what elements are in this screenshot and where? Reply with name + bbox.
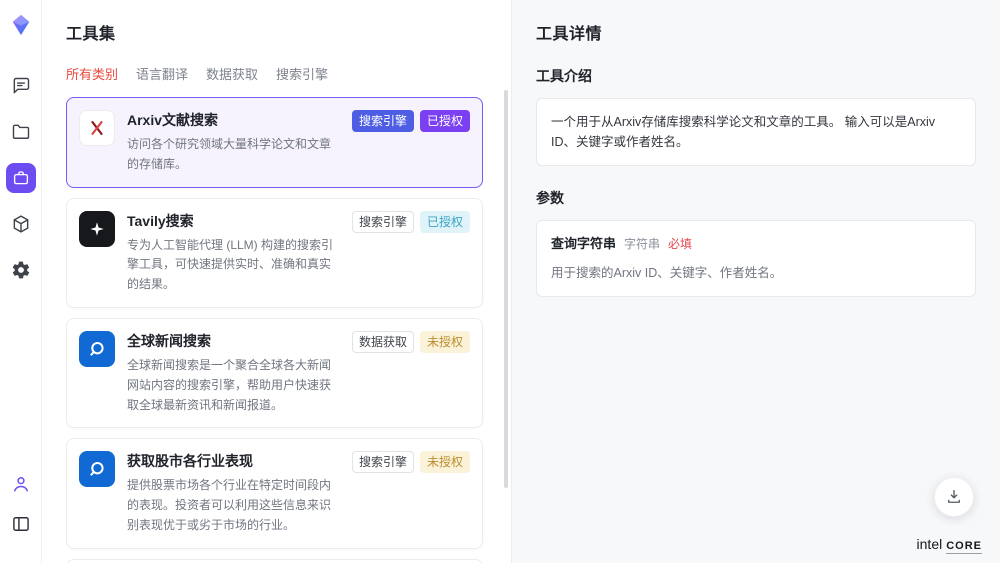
detail-panel-title: 工具详情 xyxy=(536,20,976,44)
tab-all-categories[interactable]: 所有类别 xyxy=(66,64,118,83)
tool-description: 全球新闻搜索是一个聚合全球各大新闻网站内容的搜索引擎，帮助用户快速获取全球最新资… xyxy=(127,356,340,415)
tool-card-stock-sector[interactable]: 获取股市各行业表现 提供股票市场各个行业在特定时间段内的表现。投资者可以利用这些… xyxy=(66,438,483,548)
tab-search-engine[interactable]: 搜索引擎 xyxy=(276,64,328,83)
tool-name: 获取股市各行业表现 xyxy=(127,451,340,471)
core-brand-text: CORE xyxy=(946,540,982,554)
tool-list-title: 工具集 xyxy=(66,20,511,44)
nav-chat-icon[interactable] xyxy=(6,71,36,101)
parameter-description: 用于搜索的Arxiv ID、关键字、作者姓名。 xyxy=(551,263,961,283)
intro-section-title: 工具介绍 xyxy=(536,66,976,86)
tool-detail-panel: 工具详情 工具介绍 一个用于从Arxiv存储库搜索科学论文和文章的工具。 输入可… xyxy=(512,0,1000,563)
data-provider-logo-icon xyxy=(79,331,115,367)
tool-name: 全球新闻搜索 xyxy=(127,331,340,351)
auth-status-badge: 未授权 xyxy=(420,331,470,353)
parameter-box: 查询字符串 字符串 必填 用于搜索的Arxiv ID、关键字、作者姓名。 xyxy=(536,220,976,297)
app-logo-icon xyxy=(10,14,32,41)
auth-status-badge: 已授权 xyxy=(420,211,470,233)
tool-card-arxiv[interactable]: Arxiv文献搜索 访问各个研究领域大量科学论文和文章的存储库。 搜索引擎 已授… xyxy=(66,97,483,188)
tool-description: 专为人工智能代理 (LLM) 构建的搜索引擎工具，可快速提供实时、准确和真实的结… xyxy=(127,236,340,295)
tool-name: Arxiv文献搜索 xyxy=(127,110,340,130)
collapse-sidebar-icon[interactable] xyxy=(6,509,36,539)
params-section-title: 参数 xyxy=(536,188,976,208)
nav-settings-gear-icon[interactable] xyxy=(6,255,36,285)
arxiv-logo-icon xyxy=(79,110,115,146)
parameter-required-flag: 必填 xyxy=(668,235,692,254)
category-badge: 搜索引擎 xyxy=(352,211,414,233)
category-badge: 数据获取 xyxy=(352,331,414,353)
intel-core-logo: intel CORE xyxy=(917,536,982,554)
nav-folder-icon[interactable] xyxy=(6,117,36,147)
list-scrollbar[interactable] xyxy=(504,90,508,488)
tab-language-translation[interactable]: 语言翻译 xyxy=(136,64,188,83)
tool-description: 访问各个研究领域大量科学论文和文章的存储库。 xyxy=(127,135,340,175)
auth-status-badge: 已授权 xyxy=(420,110,470,132)
tool-intro-text: 一个用于从Arxiv存储库搜索科学论文和文章的工具。 输入可以是Arxiv ID… xyxy=(551,115,935,149)
intel-brand-text: intel xyxy=(917,536,943,552)
nav-package-icon[interactable] xyxy=(6,209,36,239)
auth-status-badge: 未授权 xyxy=(420,451,470,473)
tool-card-global-news[interactable]: 全球新闻搜索 全球新闻搜索是一个聚合全球各大新闻网站内容的搜索引擎，帮助用户快速… xyxy=(66,318,483,428)
data-provider-logo-icon xyxy=(79,451,115,487)
category-badge: 搜索引擎 xyxy=(352,110,414,132)
category-tabs: 所有类别 语言翻译 数据获取 搜索引擎 xyxy=(66,64,511,83)
tavily-star-icon xyxy=(79,211,115,247)
tool-card-list: Arxiv文献搜索 访问各个研究领域大量科学论文和文章的存储库。 搜索引擎 已授… xyxy=(66,97,511,563)
category-badge: 搜索引擎 xyxy=(352,451,414,473)
tool-description: 提供股票市场各个行业在特定时间段内的表现。投资者可以利用这些信息来识别表现优于或… xyxy=(127,476,340,535)
tool-name: Tavily搜索 xyxy=(127,211,340,231)
tool-intro-box: 一个用于从Arxiv存储库搜索科学论文和文章的工具。 输入可以是Arxiv ID… xyxy=(536,98,976,166)
tab-data-fetching[interactable]: 数据获取 xyxy=(206,64,258,83)
tool-card-active-stocks[interactable]: 获取市场最活跃股票信息 提供当天交易量最高的股票列表，投资者可以利用这些信息来识… xyxy=(66,559,483,563)
parameter-type: 字符串 xyxy=(624,235,660,254)
user-profile-icon[interactable] xyxy=(6,469,36,499)
left-icon-rail xyxy=(0,0,42,563)
app-window: 工具集 所有类别 语言翻译 数据获取 搜索引擎 Arxiv文献搜索 访问各个研究… xyxy=(0,0,1000,563)
tool-card-tavily[interactable]: Tavily搜索 专为人工智能代理 (LLM) 构建的搜索引擎工具，可快速提供实… xyxy=(66,198,483,308)
tool-list-panel: 工具集 所有类别 语言翻译 数据获取 搜索引擎 Arxiv文献搜索 访问各个研究… xyxy=(42,0,512,563)
download-button[interactable] xyxy=(934,477,974,517)
parameter-name: 查询字符串 xyxy=(551,234,616,255)
nav-tools-icon[interactable] xyxy=(6,163,36,193)
